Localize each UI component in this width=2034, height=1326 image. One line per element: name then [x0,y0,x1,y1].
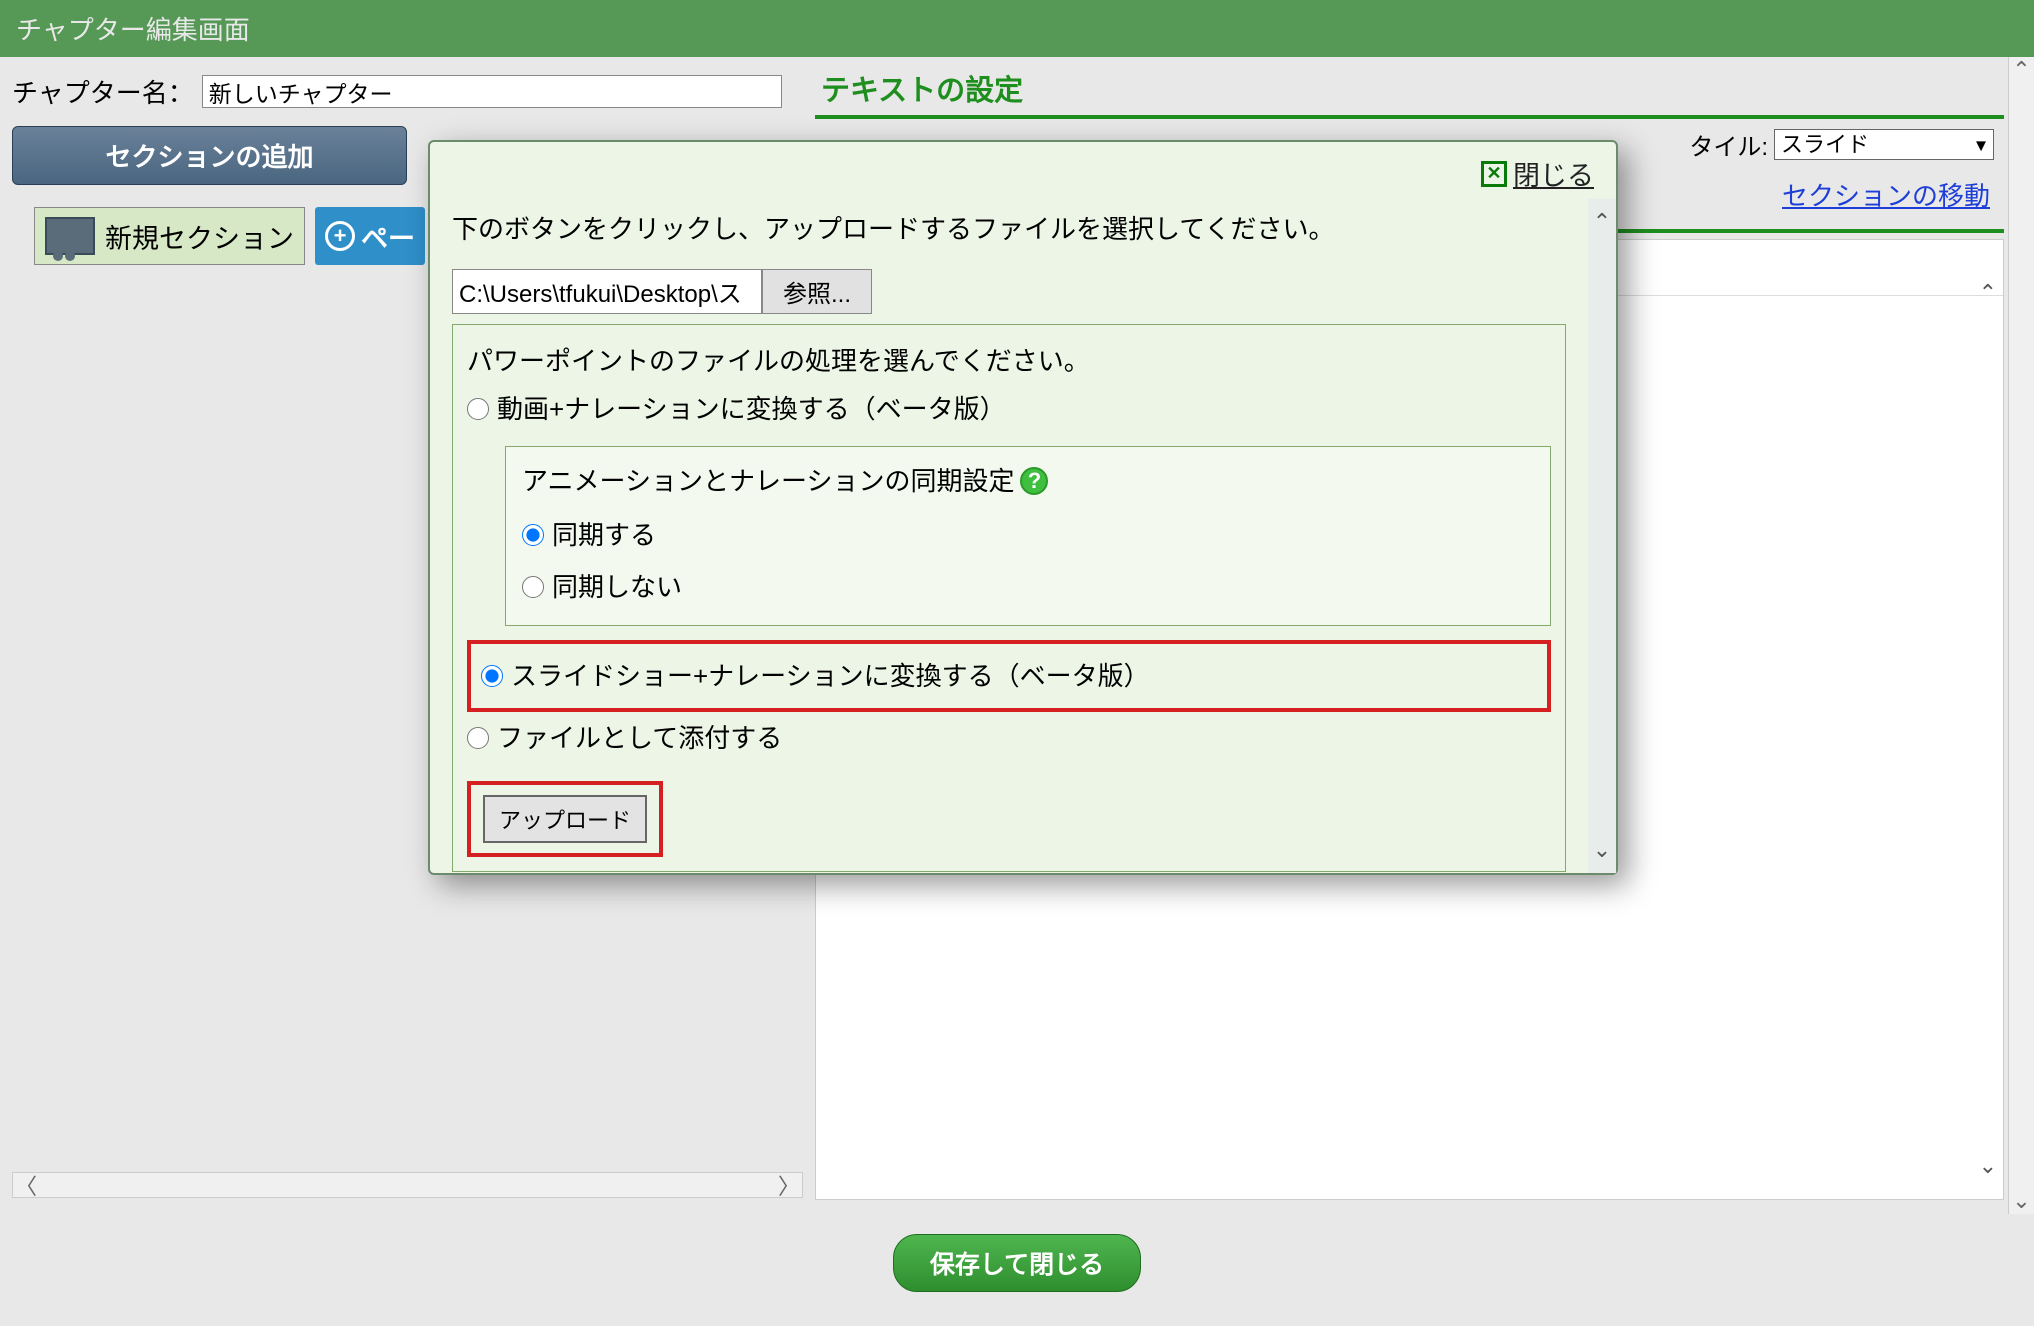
page-scroll-up-icon[interactable]: ⌃ [2009,57,2034,83]
browse-button[interactable]: 参照... [762,269,872,314]
radio-slideshow-narration[interactable]: スライドショー+ナレーションに変換する（ベータ版） [481,650,1537,702]
sync-box: アニメーションとナレーションの同期設定 ? 同期する 同期しない [505,446,1551,627]
close-icon[interactable]: ✕ [1481,161,1507,187]
page-scroll-down-icon[interactable]: ⌄ [2009,1188,2034,1214]
section-item-new[interactable]: 新規セクション [34,207,305,265]
radio-opt2-label: スライドショー+ナレーションに変換する（ベータ版） [511,654,1150,698]
radio-opt3-input[interactable] [467,727,489,749]
scroll-down-icon[interactable]: ⌄ [1979,1153,1997,1179]
add-section-label: セクションの追加 [105,142,313,172]
browse-label: 参照... [783,281,851,308]
presenter-icon [45,217,95,255]
close-link[interactable]: 閉じる [1513,154,1594,193]
save-and-close-label: 保存して閉じる [930,1251,1104,1279]
radio-sync-no-input[interactable] [522,576,544,598]
upload-modal: ✕ 閉じる 下のボタンをクリックし、アップロードするファイルを選択してください。… [428,140,1618,875]
move-section-link[interactable]: セクションの移動 [1782,181,1990,211]
upload-label: アップロード [499,808,631,833]
radio-sync-yes-input[interactable] [522,524,544,546]
add-section-button[interactable]: セクションの追加 [12,126,407,185]
file-path-input[interactable] [452,269,762,314]
file-row: 参照... [452,269,1566,314]
modal-vertical-scrollbar[interactable]: ⌃ ⌄ [1588,199,1616,873]
window-title: チャプター編集画面 [16,15,250,45]
upload-button[interactable]: アップロード [483,795,647,843]
page-vertical-scrollbar[interactable]: ⌃ ⌄ [2008,57,2034,1214]
title-bar: チャプター編集画面 [0,0,2034,57]
radio-sync-yes[interactable]: 同期する [522,509,1534,561]
highlighted-option: スライドショー+ナレーションに変換する（ベータ版） [467,640,1551,712]
radio-attach-file[interactable]: ファイルとして添付する [467,712,1551,764]
page-chip-label: ペー [361,217,415,256]
radio-opt2-input[interactable] [481,665,503,687]
scroll-up-icon[interactable]: ⌃ [1979,280,1997,306]
radio-opt3-label: ファイルとして添付する [497,716,782,760]
section-item-label: 新規セクション [105,217,294,256]
bottom-bar: 保存して閉じる [0,1214,2034,1326]
radio-video-narration[interactable]: 動画+ナレーションに変換する（ベータ版） [467,383,1551,435]
sync-title: アニメーションとナレーションの同期設定 [522,459,1014,503]
style-label: タイル: [1689,127,1768,162]
modal-scroll-down-icon[interactable]: ⌄ [1593,837,1611,863]
ppt-option-header: パワーポイントのファイルの処理を選んでください。 [467,339,1551,383]
modal-body: 下のボタンをクリックし、アップロードするファイルを選択してください。 参照...… [430,199,1616,873]
radio-sync-yes-label: 同期する [552,513,656,557]
chapter-name-label: チャプター名： [12,73,194,110]
style-select-wrap: スライド [1774,129,1994,160]
save-and-close-button[interactable]: 保存して閉じる [893,1234,1141,1292]
text-settings-header: テキストの設定 [815,57,2004,119]
radio-sync-no-label: 同期しない [552,565,682,609]
chapter-name-row: チャプター名： [12,73,803,110]
help-icon[interactable]: ? [1020,467,1048,495]
modal-intro-text: 下のボタンをクリックし、アップロードするファイルを選択してください。 [452,207,1566,251]
modal-close-row: ✕ 閉じる [430,142,1616,199]
highlighted-upload: アップロード [467,781,663,857]
page-chip[interactable]: + ペー [315,207,425,265]
editor-vertical-scroll[interactable]: ⌃ ⌄ [1979,280,1997,1179]
scroll-left-icon[interactable]: 〈 [13,1172,39,1198]
ppt-option-box: パワーポイントのファイルの処理を選んでください。 動画+ナレーションに変換する（… [452,324,1566,871]
horizontal-scrollbar[interactable]: 〈 〉 [12,1172,803,1198]
plus-icon: + [325,221,355,251]
modal-content: 下のボタンをクリックし、アップロードするファイルを選択してください。 参照...… [430,199,1588,873]
radio-opt1-input[interactable] [467,398,489,420]
modal-scroll-up-icon[interactable]: ⌃ [1593,209,1611,235]
radio-sync-no[interactable]: 同期しない [522,561,1534,613]
style-select[interactable]: スライド [1774,129,1994,160]
radio-opt1-label: 動画+ナレーションに変換する（ベータ版） [497,387,1006,431]
chapter-name-input[interactable] [202,75,782,108]
scroll-right-icon[interactable]: 〉 [776,1172,802,1198]
sync-title-row: アニメーションとナレーションの同期設定 ? [522,459,1534,503]
